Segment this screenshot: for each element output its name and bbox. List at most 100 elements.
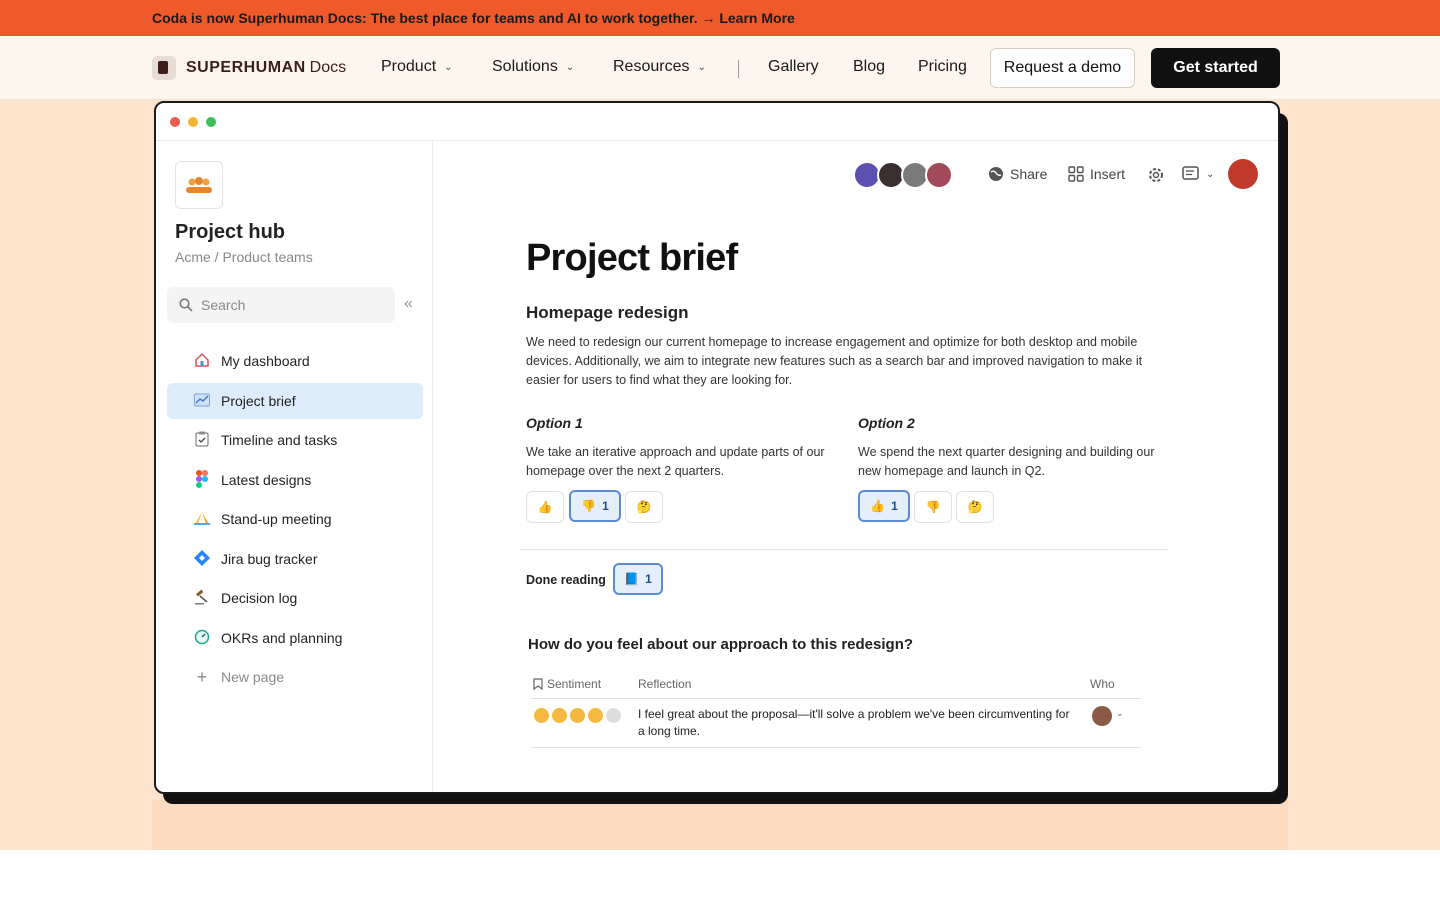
nav-solutions[interactable]: Solutions ⌄	[492, 58, 574, 76]
thinking-face-icon: 🤔	[967, 500, 983, 514]
section-heading: Homepage redesign	[526, 303, 689, 322]
chevron-down-icon: ⌄	[444, 61, 453, 73]
question-heading: How do you feel about our approach to th…	[528, 636, 914, 653]
top-navigation: SUPERHUMAN Docs Product ⌄ Solutions ⌄ Resou…	[0, 36, 1440, 100]
face-icon	[570, 708, 585, 723]
nav-divider	[738, 60, 739, 78]
option-2-title: Option 2	[858, 415, 915, 431]
face-icon	[606, 708, 621, 723]
comments-button[interactable]: ⌄	[1182, 166, 1214, 182]
get-started-button[interactable]: Get started	[1151, 48, 1280, 88]
clipboard-icon	[193, 431, 211, 450]
window-titlebar	[156, 103, 1278, 141]
reading-icon: 📘	[624, 572, 640, 586]
house-icon	[193, 352, 211, 371]
sidebar-item-stand-up[interactable]: Stand-up meeting	[167, 501, 423, 537]
option-1-body: We take an iterative approach and update…	[526, 445, 825, 478]
thumbs-up-icon: 👍	[870, 499, 886, 513]
avatar[interactable]	[1092, 706, 1112, 726]
sidebar-item-decision-log[interactable]: Decision log	[167, 580, 423, 616]
hands-icon	[193, 510, 211, 529]
thinking-face-icon: 🤔	[636, 500, 652, 514]
chevron-down-icon: ⌄	[697, 61, 706, 73]
announcement-banner[interactable]: Coda is now Superhuman Docs: The best pl…	[0, 0, 1440, 36]
sidebar-item-new-page[interactable]: + New page	[167, 659, 423, 695]
comment-icon	[1182, 166, 1199, 180]
section-body: We need to redesign our current homepage…	[526, 335, 1143, 387]
logo-icon	[152, 56, 176, 80]
thumbs-down-reaction[interactable]: 👎	[914, 491, 952, 523]
sidebar-item-my-dashboard[interactable]: My dashboard	[167, 343, 423, 379]
face-icon	[552, 708, 567, 723]
thumbs-down-icon: 👎	[925, 500, 941, 514]
search-placeholder: Search	[201, 297, 246, 313]
brand-name: SUPERHUMAN	[186, 59, 306, 76]
reflection-column-header[interactable]: Reflection	[638, 677, 691, 691]
who-column-header[interactable]: Who	[1090, 677, 1115, 691]
minimize-dot-icon	[188, 117, 198, 127]
nav-pricing[interactable]: Pricing	[918, 58, 967, 76]
done-reading-button[interactable]: 📘 1	[613, 563, 663, 595]
face-icon	[534, 708, 549, 723]
page-title: Project brief	[526, 237, 738, 279]
sentiment-rating[interactable]	[534, 708, 621, 723]
chevron-down-icon: ⌄	[565, 61, 575, 73]
sidebar-item-timeline[interactable]: Timeline and tasks	[167, 422, 423, 458]
plus-icon: +	[196, 666, 208, 687]
jira-icon	[193, 549, 211, 569]
gear-icon	[1149, 168, 1163, 182]
thumbs-up-reaction[interactable]: 👍	[526, 491, 564, 523]
chevron-down-icon[interactable]: ⌄	[1116, 708, 1124, 719]
chart-icon	[193, 393, 211, 410]
maximize-dot-icon	[206, 117, 216, 127]
face-icon	[588, 708, 603, 723]
reflection-cell[interactable]: I feel great about the proposal—it'll so…	[638, 706, 1078, 740]
sidebar-item-jira[interactable]: Jira bug tracker	[167, 541, 423, 577]
section-divider	[519, 549, 1169, 550]
option-1-title: Option 1	[526, 415, 583, 431]
nav-product[interactable]: Product ⌄	[381, 58, 453, 76]
gauge-icon	[193, 629, 211, 648]
sidebar-item-latest-designs[interactable]: Latest designs	[167, 462, 423, 498]
gavel-icon	[193, 589, 211, 608]
app-preview-window: Project hub Acme / Product teams Search …	[154, 101, 1280, 794]
sidebar-item-project-brief[interactable]: Project brief	[167, 383, 423, 419]
request-demo-button[interactable]: Request a demo	[990, 48, 1135, 88]
brand-logo[interactable]: SUPERHUMAN Docs	[152, 56, 346, 80]
sidebar-item-okrs[interactable]: OKRs and planning	[167, 620, 423, 656]
share-button[interactable]: Share	[988, 166, 1047, 182]
option-2-body: We spend the next quarter designing and …	[858, 445, 1155, 478]
nav-blog[interactable]: Blog	[853, 58, 885, 76]
avatar	[925, 161, 953, 189]
sidebar-search-input[interactable]: Search	[167, 287, 395, 323]
bookmark-icon	[533, 678, 543, 690]
user-avatar[interactable]	[1228, 159, 1258, 189]
globe-icon	[989, 167, 1003, 181]
settings-button[interactable]	[1147, 166, 1165, 184]
doc-sidebar: Project hub Acme / Product teams Search …	[156, 141, 433, 792]
thumbs-down-reaction[interactable]: 👎 1	[569, 490, 621, 522]
done-reading-label: Done reading	[526, 573, 606, 587]
insert-button[interactable]: Insert	[1068, 166, 1125, 182]
hub-title: Project hub	[175, 221, 286, 243]
brand-suffix: Docs	[309, 59, 347, 76]
collapse-sidebar-icon[interactable]: «	[404, 295, 413, 313]
chevron-down-icon: ⌄	[1206, 168, 1215, 180]
doc-canvas: Share Insert ⌄ Project brief Homepage re…	[433, 141, 1278, 792]
close-dot-icon	[170, 117, 180, 127]
grid-icon	[1068, 166, 1084, 182]
thinking-reaction[interactable]: 🤔	[956, 491, 994, 523]
sentiment-column-header[interactable]: Sentiment	[533, 677, 601, 691]
nav-gallery[interactable]: Gallery	[768, 58, 819, 76]
thumbs-up-icon: 👍	[537, 500, 553, 514]
thinking-reaction[interactable]: 🤔	[625, 491, 663, 523]
collaborator-avatars[interactable]	[853, 161, 953, 189]
nav-resources[interactable]: Resources ⌄	[613, 58, 706, 76]
search-icon	[179, 298, 193, 312]
thumbs-up-reaction[interactable]: 👍 1	[858, 490, 910, 522]
figma-icon	[193, 469, 211, 491]
breadcrumb[interactable]: Acme / Product teams	[175, 249, 313, 265]
banner-text[interactable]: Coda is now Superhuman Docs: The best pl…	[152, 10, 795, 26]
team-icon	[175, 161, 223, 209]
thumbs-down-icon: 👎	[581, 499, 597, 513]
